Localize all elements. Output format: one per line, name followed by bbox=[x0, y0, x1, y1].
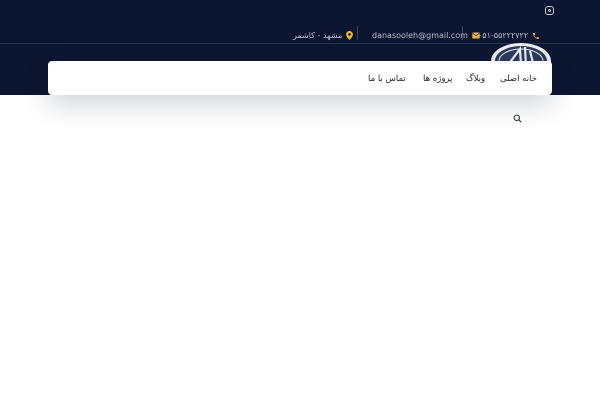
phone-contact-text: ۰۵۱-۵۵۲۲۲۷۲۲ bbox=[478, 31, 529, 40]
search-icon[interactable] bbox=[513, 108, 522, 123]
map-pin-icon bbox=[346, 31, 354, 40]
email-contact[interactable]: danasooleh@gmail.com bbox=[372, 31, 480, 40]
nav-item-contact[interactable]: تماس با ما bbox=[368, 74, 406, 84]
address-contact-text: مشهد - کاشمر bbox=[293, 31, 343, 40]
nav-item-projects[interactable]: پروژه ها bbox=[423, 74, 453, 84]
phone-contact[interactable]: ۰۵۱-۵۵۲۲۲۷۲۲ bbox=[478, 31, 540, 40]
envelope-icon bbox=[472, 32, 480, 39]
phone-icon bbox=[532, 32, 540, 40]
email-contact-text: danasooleh@gmail.com bbox=[372, 31, 468, 40]
nav-item-home[interactable]: خانه اصلی bbox=[500, 74, 537, 84]
nav-item-blog[interactable]: وبلاگ bbox=[466, 74, 485, 84]
instagram-icon[interactable] bbox=[545, 6, 554, 15]
address-contact: مشهد - کاشمر bbox=[293, 31, 354, 40]
topbar-divider bbox=[357, 26, 358, 40]
